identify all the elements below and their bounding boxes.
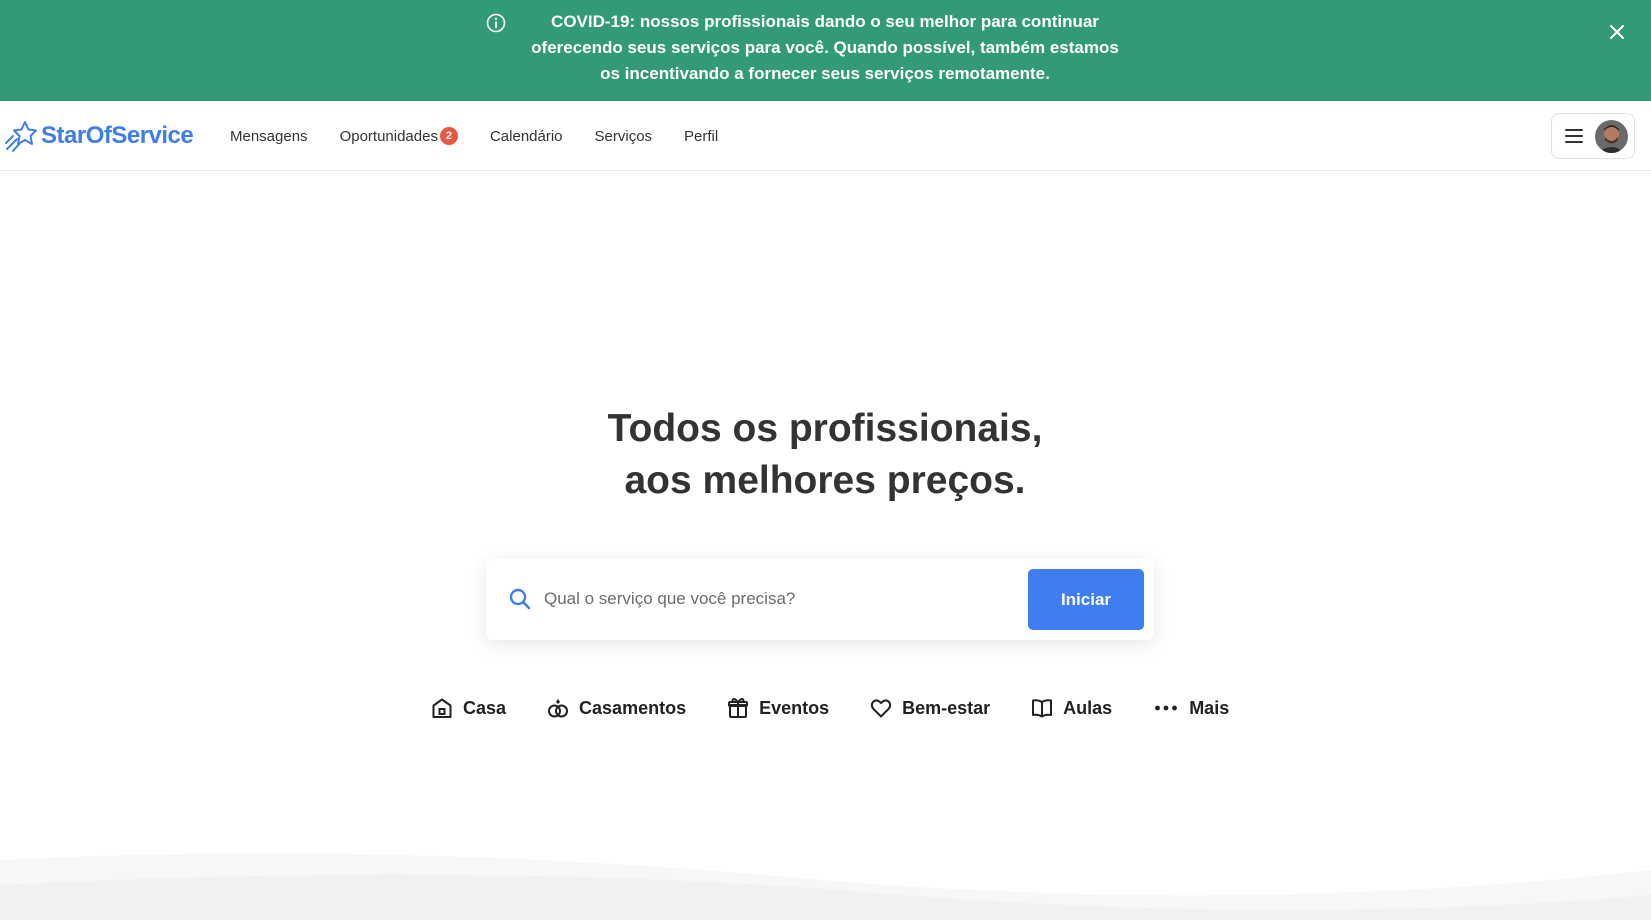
hero-title: Todos os profissionais, aos melhores pre… <box>525 403 1125 507</box>
main-nav: Mensagens Oportunidades 2 Calendário Ser… <box>230 101 750 171</box>
covid-banner: COVID-19: nossos profissionais dando o s… <box>0 0 1651 101</box>
category-casamentos[interactable]: Casamentos <box>546 696 686 720</box>
nav-label: Serviços <box>594 127 653 145</box>
nav-label: Perfil <box>684 127 719 145</box>
more-dots-icon <box>1155 705 1178 711</box>
logo[interactable]: StarOfService <box>4 118 194 154</box>
nav-calendario[interactable]: Calendário <box>490 128 563 145</box>
info-icon <box>486 13 506 33</box>
category-list: Casa Casamentos Eventos Bem-estar Aulas <box>430 693 1229 723</box>
nav-perfil[interactable]: Perfil <box>684 128 718 145</box>
close-icon[interactable] <box>1605 20 1629 44</box>
avatar-image <box>1595 120 1628 153</box>
category-aulas[interactable]: Aulas <box>1030 696 1112 720</box>
banner-message: COVID-19: nossos profissionais dando o s… <box>525 9 1125 87</box>
nav-label: Oportunidades <box>339 127 438 145</box>
nav-servicos[interactable]: Serviços <box>595 128 653 145</box>
hamburger-icon <box>1565 129 1583 143</box>
hero-title-line-1: Todos os profissionais, <box>607 407 1043 450</box>
notification-badge: 2 <box>439 127 458 145</box>
category-casa[interactable]: Casa <box>430 696 506 720</box>
start-button[interactable]: Iniciar <box>1028 569 1144 630</box>
category-label: Eventos <box>759 697 830 718</box>
banner-emphasis-link[interactable]: remotamente <box>938 64 1045 83</box>
logo-text: StarOfService <box>41 122 194 149</box>
service-search-box: Iniciar <box>486 559 1154 640</box>
gift-icon <box>728 697 749 718</box>
book-icon <box>1032 699 1053 718</box>
star-icon <box>5 121 37 152</box>
user-menu-button[interactable] <box>1551 113 1635 159</box>
category-label: Bem-estar <box>902 697 991 718</box>
category-eventos[interactable]: Eventos <box>726 696 829 720</box>
search-input[interactable] <box>542 579 992 619</box>
nav-label: Calendário <box>489 127 563 145</box>
heart-icon <box>870 699 892 718</box>
hero-title-line-2: aos melhores preços. <box>624 459 1026 502</box>
rings-icon <box>548 699 569 718</box>
category-label: Aulas <box>1063 697 1113 718</box>
category-mais[interactable]: Mais <box>1152 696 1229 720</box>
decorative-wave <box>0 853 1651 920</box>
nav-oportunidades[interactable]: Oportunidades 2 <box>340 127 458 145</box>
banner-suffix: . <box>1045 64 1050 83</box>
category-label: Casa <box>463 697 507 718</box>
category-label: Casamentos <box>579 697 687 718</box>
nav-mensagens[interactable]: Mensagens <box>230 128 308 145</box>
avatar <box>1595 120 1628 153</box>
category-label: Mais <box>1189 697 1230 718</box>
category-bem-estar[interactable]: Bem-estar <box>869 696 990 720</box>
search-icon <box>509 588 531 610</box>
top-navbar: StarOfService Mensagens Oportunidades 2 … <box>0 101 1651 171</box>
nav-label: Mensagens <box>230 127 308 145</box>
house-icon <box>432 698 452 718</box>
